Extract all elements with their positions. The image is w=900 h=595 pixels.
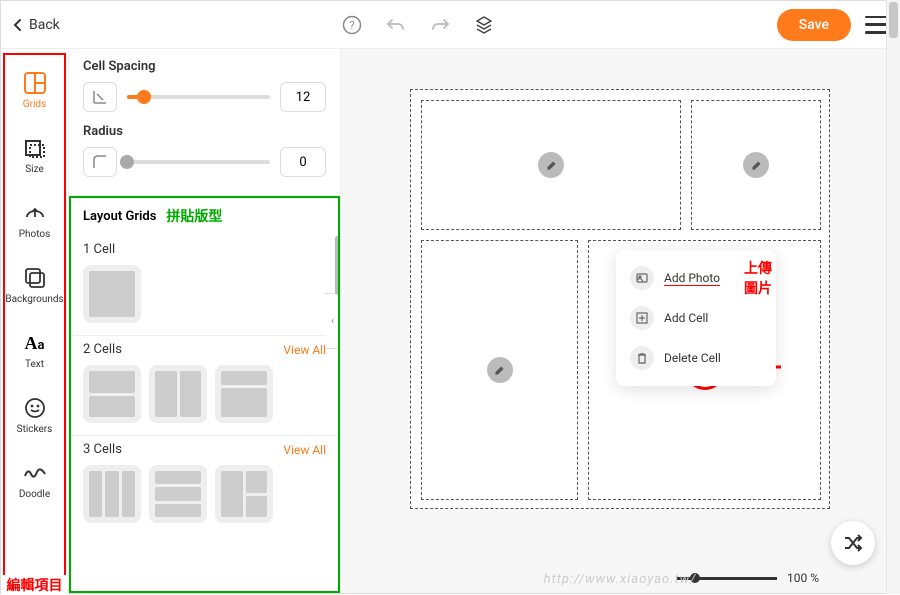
stickers-icon [21,394,49,422]
section-3cells-title: 3 Cells [83,442,122,457]
annotation-upload-label: 上傳圖片 [744,258,776,298]
text-icon: Aa [21,329,49,357]
sidebar-item-label: Photos [19,229,51,240]
sidebar-item-size[interactable]: Size [7,124,63,189]
svg-text:?: ? [350,19,355,32]
collage-frame[interactable]: Add Photo Add Cell Delete Cell 上傳圖片 [410,89,830,509]
sidebar: Grids Size Photos Backgrounds Aa Text St… [1,49,69,593]
collage-cell[interactable] [421,240,578,500]
section-1cell-title: 1 Cell [83,242,115,257]
delete-cell-icon [630,346,654,370]
sidebar-item-photos[interactable]: Photos [7,189,63,254]
cell-spacing-icon [83,82,117,112]
ctx-delete-cell[interactable]: Delete Cell [624,338,768,378]
zoom-value: 100 % [787,571,819,585]
add-cell-icon [630,306,654,330]
grid-thumb-1cell[interactable] [83,265,141,323]
edit-cell-button[interactable] [538,152,564,178]
grid-thumb[interactable] [149,365,207,423]
cell-spacing-value[interactable]: 12 [280,82,326,112]
help-button[interactable]: ? [341,14,363,36]
grid-thumb[interactable] [83,365,141,423]
viewall-2cells[interactable]: View All [283,343,326,357]
back-label: Back [29,17,60,33]
layout-grids-section: Layout Grids 拼貼版型 1 Cell 2 Cells View Al… [69,195,340,593]
canvas-area: Add Photo Add Cell Delete Cell 上傳圖片 [341,49,899,593]
sidebar-item-label: Text [25,359,44,370]
radius-slider[interactable] [127,160,270,164]
undo-button[interactable] [385,14,407,36]
sidebar-item-label: Size [25,164,44,175]
size-icon [21,134,49,162]
zoom-control: 100 % [677,571,819,585]
sidebar-item-stickers[interactable]: Stickers [7,384,63,449]
sidebar-item-doodle[interactable]: Doodle [7,449,63,514]
radius-label: Radius [83,124,326,139]
photos-icon [21,199,49,227]
section-2cells-title: 2 Cells [83,342,122,357]
sidebar-item-label: Doodle [19,489,50,500]
chevron-left-icon [13,18,23,32]
back-button[interactable]: Back [13,17,60,33]
grid-thumb[interactable] [215,465,273,523]
radius-icon [83,147,117,177]
grid-thumb[interactable] [215,365,273,423]
sidebar-item-backgrounds[interactable]: Backgrounds [7,254,63,319]
add-photo-icon [630,266,654,290]
grids-icon [21,69,49,97]
grid-thumb[interactable] [83,465,141,523]
viewall-3cells[interactable]: View All [283,443,326,457]
sidebar-item-grids[interactable]: Grids [7,59,63,124]
edit-cell-button[interactable] [487,357,513,383]
sidebar-item-text[interactable]: Aa Text [7,319,63,384]
context-menu: Add Photo Add Cell Delete Cell 上傳圖片 [616,250,776,386]
annotation-layout-label: 拼貼版型 [166,206,222,226]
radius-value[interactable]: 0 [280,147,326,177]
save-button[interactable]: Save [777,9,851,41]
layers-button[interactable] [473,14,495,36]
shuffle-button[interactable] [831,521,875,565]
sidebar-item-label: Grids [23,99,46,110]
watermark: http://www.xiaoyao.tw/ [544,572,697,587]
collage-cell[interactable] [691,100,821,230]
edit-cell-button[interactable] [743,152,769,178]
doodle-icon [21,459,49,487]
layout-grids-title: Layout Grids [83,209,156,224]
sidebar-item-label: Stickers [17,424,53,435]
controls-panel: Cell Spacing 12 Radius 0 [69,49,341,593]
cell-spacing-label: Cell Spacing [83,59,326,74]
collage-cell[interactable] [421,100,681,230]
cell-spacing-slider[interactable] [127,95,270,99]
menu-button[interactable] [865,16,887,34]
backgrounds-icon [21,264,49,292]
ctx-add-cell[interactable]: Add Cell [624,298,768,338]
grid-thumb[interactable] [149,465,207,523]
annotation-sidebar-label: 編輯項目 [1,575,68,595]
panel-collapse-handle[interactable]: ‹ [325,293,341,349]
topbar: Back ? Save [1,1,899,49]
page-scrollbar[interactable] [886,0,900,594]
redo-button[interactable] [429,14,451,36]
sidebar-item-label: Backgrounds [5,294,63,305]
